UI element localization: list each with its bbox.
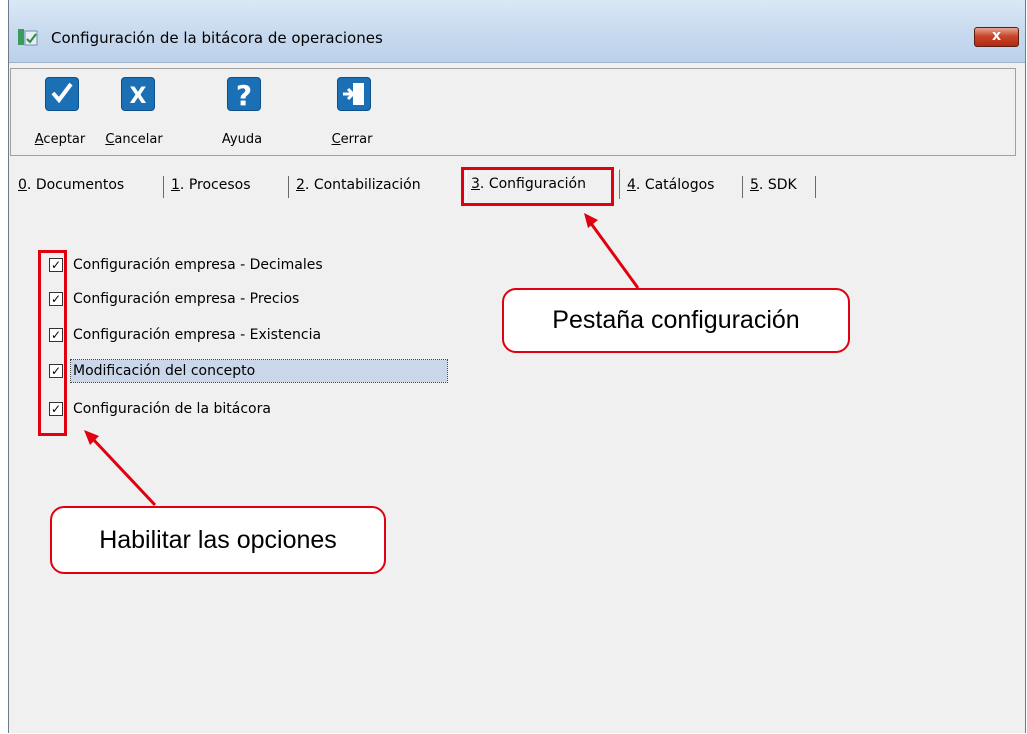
tab-highlight-box — [461, 167, 614, 206]
option-label: Configuración empresa - Precios — [73, 291, 300, 307]
tab-separator — [163, 176, 164, 198]
cerrar-label: Cerrar — [331, 132, 373, 147]
tab-separator — [815, 176, 816, 198]
option-label: Configuración empresa - Decimales — [73, 257, 323, 273]
aceptar-label: Aceptar — [34, 132, 86, 147]
option-existencia[interactable]: ✓ Configuración empresa - Existencia — [47, 322, 457, 348]
checkmark-icon — [45, 77, 79, 111]
tab-separator — [742, 176, 743, 198]
option-precios[interactable]: ✓ Configuración empresa - Precios — [47, 286, 457, 312]
svg-text:?: ? — [236, 79, 252, 110]
toolbar: Aceptar X Cancelar ? Ayuda Cerrar — [10, 68, 1016, 156]
tab-contabilizacion[interactable]: 2. Contabilización — [296, 172, 421, 200]
app-icon — [18, 29, 38, 46]
window-title: Configuración de la bitácora de operacio… — [51, 29, 383, 47]
tab-catalogos[interactable]: 4. Catálogos — [627, 172, 714, 200]
cancelar-label: Cancelar — [105, 132, 163, 147]
tab-sdk[interactable]: 5. SDK — [750, 172, 797, 200]
question-icon: ? — [227, 77, 261, 112]
x-icon: X — [121, 77, 155, 111]
ayuda-label: Ayuda — [221, 132, 263, 147]
option-label: Modificación del concepto — [70, 359, 448, 383]
tab-callout: Pestaña configuración — [502, 288, 850, 353]
aceptar-button[interactable]: Aceptar — [25, 77, 95, 152]
title-bar: Configuración de la bitácora de operacio… — [9, 0, 1025, 63]
option-label: Configuración empresa - Existencia — [73, 327, 322, 343]
option-modificacion-concepto[interactable]: ✓ Modificación del concepto — [47, 358, 457, 384]
tab-documentos[interactable]: 0. Documentos — [18, 172, 124, 200]
cerrar-button[interactable]: Cerrar — [307, 77, 377, 152]
cancelar-button[interactable]: X Cancelar — [99, 77, 169, 152]
option-bitacora[interactable]: ✓ Configuración de la bitácora — [47, 396, 457, 422]
close-button[interactable]: x — [974, 27, 1019, 47]
option-decimales[interactable]: ✓ Configuración empresa - Decimales — [47, 252, 457, 278]
exit-door-icon — [337, 77, 371, 111]
ayuda-button[interactable]: ? Ayuda — [207, 77, 277, 152]
svg-text:X: X — [130, 84, 147, 109]
option-label: Configuración de la bitácora — [73, 401, 271, 417]
dialog-window: Configuración de la bitácora de operacio… — [8, 0, 1026, 733]
tab-procesos[interactable]: 1. Procesos — [171, 172, 251, 200]
options-callout: Habilitar las opciones — [50, 506, 386, 574]
tab-separator — [288, 176, 289, 198]
checkbox-highlight-box — [38, 250, 67, 436]
